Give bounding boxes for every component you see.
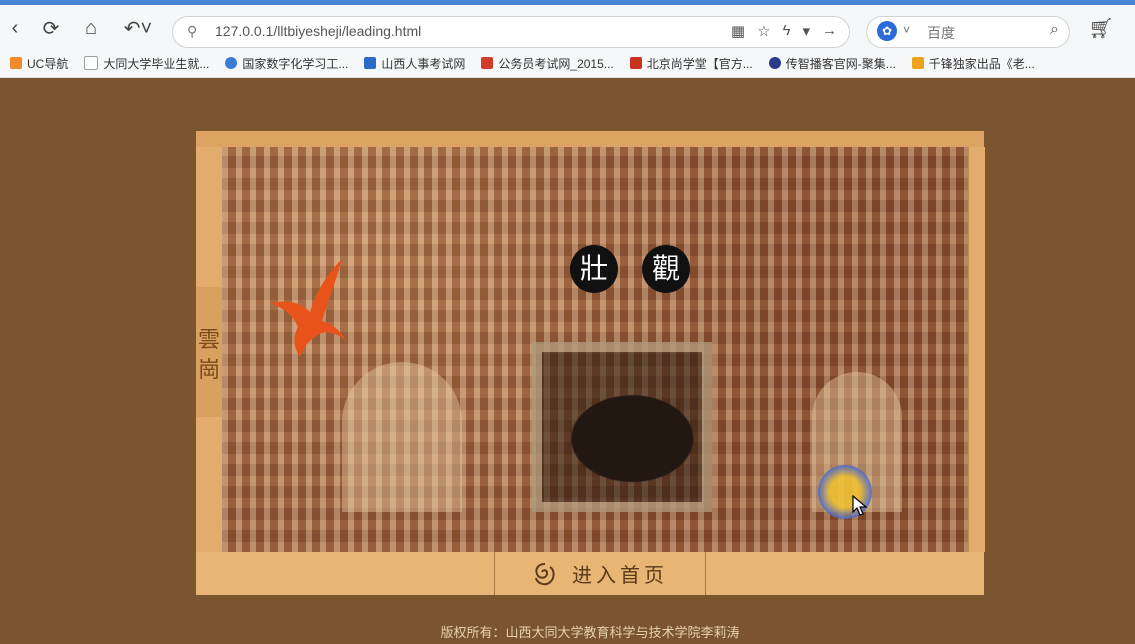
forward-arrow-icon[interactable]: →	[822, 22, 837, 40]
cart-icon[interactable]: 🛒︎	[1088, 15, 1114, 41]
enter-homepage-button[interactable]: 进入首页	[494, 552, 706, 595]
url-text[interactable]: 127.0.0.1/lltbiyesheji/leading.html	[215, 23, 421, 39]
search-input[interactable]: 百度	[927, 23, 955, 43]
right-side-panel	[968, 147, 985, 552]
uc-logo-icon	[10, 57, 22, 69]
refresh-icon[interactable]: ⟳	[38, 15, 64, 41]
page-icon	[84, 56, 99, 70]
star-icon[interactable]: ☆	[757, 22, 770, 40]
grotto-photo: 壯 觀	[222, 147, 968, 552]
frame-footer: 进入首页	[196, 552, 984, 595]
ie-logo-icon	[225, 57, 238, 69]
site-info-icon[interactable]: ⚲	[187, 23, 197, 40]
title-char-zhuang: 壯	[570, 245, 618, 293]
bookmarks-bar: UC导航 大同大学毕业生就... 国家数字化学习工... 山西人事考试网 公务员…	[0, 49, 1135, 78]
frame-top-border	[196, 131, 984, 148]
side-label-gang: 崗	[198, 357, 221, 382]
bookmark-item[interactable]: 千锋独家出品《老...	[911, 55, 1035, 72]
bookmark-item[interactable]: 大同大学毕业生就...	[84, 55, 209, 72]
bookmark-item[interactable]: 传智播客官网-聚集...	[768, 55, 896, 72]
back-icon[interactable]: ‹	[2, 15, 28, 41]
site-logo-icon	[768, 57, 781, 69]
site-logo-icon	[911, 57, 924, 69]
lightning-icon[interactable]: ϟ	[783, 22, 791, 40]
phoenix-bird-icon	[270, 259, 346, 357]
address-bar[interactable]: ⚲ 127.0.0.1/lltbiyesheji/leading.html ▦ …	[172, 16, 850, 48]
bookmark-item[interactable]: 山西人事考试网	[364, 55, 465, 72]
site-logo-icon	[364, 57, 377, 69]
bookmark-item[interactable]: 北京尚学堂【官方...	[629, 55, 753, 72]
intro-frame: 雲 崗 壯 觀 进入首页	[196, 131, 985, 595]
bookmark-item[interactable]: 国家数字化学习工...	[225, 55, 348, 72]
undo-icon[interactable]: ↶˅	[118, 15, 158, 41]
title-char-guan: 觀	[642, 245, 690, 293]
site-logo-icon	[629, 57, 642, 69]
site-logo-icon	[481, 57, 494, 69]
cloud-swirl-icon	[535, 562, 555, 585]
enter-homepage-label[interactable]: 进入首页	[572, 559, 668, 588]
left-side-panel: 雲 崗	[196, 147, 223, 552]
side-label-yun: 雲	[198, 327, 221, 352]
engine-dropdown-icon[interactable]: ˅	[903, 23, 910, 37]
central-alcove	[532, 342, 712, 512]
chevron-down-icon[interactable]: ▾	[802, 22, 810, 40]
browser-toolbar: ‹ ⟳ ⌂ ↶˅ ⚲ 127.0.0.1/lltbiyesheji/leadin…	[0, 5, 1135, 49]
mouse-cursor-icon	[852, 495, 868, 516]
buddha-niche-left	[342, 362, 462, 512]
search-box[interactable]: ✿ ˅ 百度 ⌕	[866, 16, 1070, 48]
home-icon[interactable]: ⌂	[78, 15, 104, 41]
bookmark-item[interactable]: 公务员考试网_2015...	[481, 55, 614, 72]
copyright-text: 版权所有：山西大同大学教育科学与技术学院李莉涛	[440, 625, 740, 640]
baidu-paw-icon[interactable]: ✿	[877, 21, 897, 41]
qr-code-icon[interactable]: ▦	[731, 22, 745, 40]
search-icon[interactable]: ⌕	[1050, 21, 1059, 39]
bookmark-item[interactable]: UC导航	[10, 55, 68, 72]
